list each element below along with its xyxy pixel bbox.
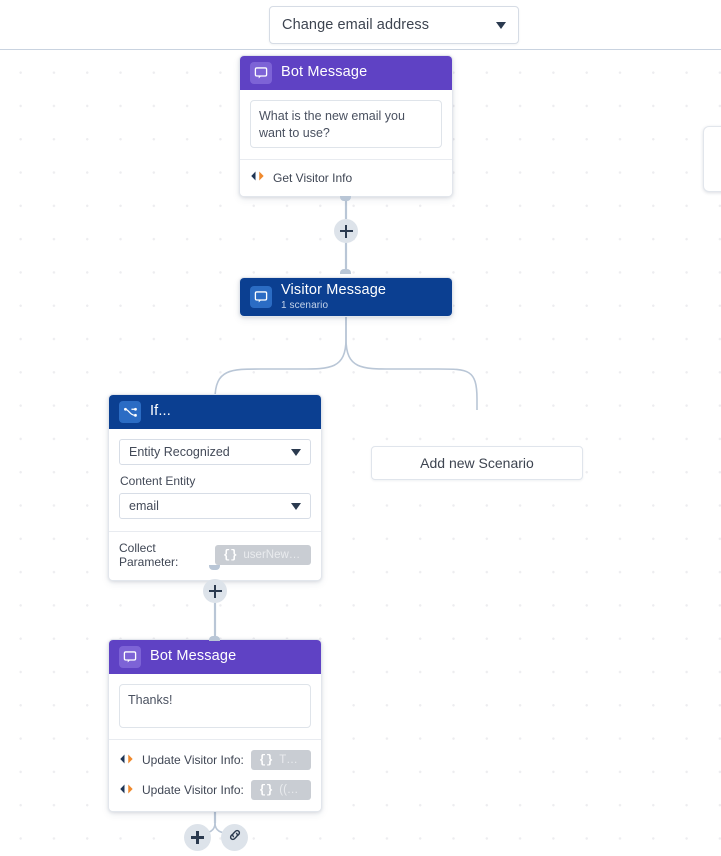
chat-bubble-icon bbox=[250, 286, 272, 308]
header-bar: Change email address bbox=[0, 0, 721, 50]
action-label: Update Visitor Info: bbox=[142, 753, 244, 767]
condition-type-select[interactable]: Entity Recognized bbox=[119, 439, 311, 465]
add-between-if-and-bot[interactable] bbox=[203, 579, 227, 603]
content-entity-label: Content Entity bbox=[120, 474, 196, 488]
collect-parameter-chip[interactable]: {} userNewEmail bbox=[215, 545, 311, 565]
wire-nub bbox=[340, 269, 351, 274]
add-new-scenario-button[interactable]: Add new Scenario bbox=[371, 446, 583, 480]
node-header[interactable]: Bot Message bbox=[109, 640, 321, 674]
action-label: Get Visitor Info bbox=[273, 170, 353, 185]
node-body: Thanks! bbox=[109, 674, 321, 739]
braces-icon: {} bbox=[223, 548, 238, 562]
chip-text: ((userNe... bbox=[279, 784, 303, 796]
link-node-button[interactable] bbox=[221, 824, 248, 851]
braces-icon: {} bbox=[258, 783, 274, 797]
bot-message-text[interactable]: What is the new email you want to use? bbox=[250, 100, 442, 148]
action-get-visitor-info[interactable]: Get Visitor Info bbox=[250, 168, 442, 187]
collect-parameter-label: Collect Parameter: bbox=[119, 541, 179, 569]
chevron-down-icon bbox=[496, 21, 506, 29]
action-update-visitor-info-2[interactable]: Update Visitor Info: {} ((userNe... bbox=[119, 778, 311, 802]
braces-icon: {} bbox=[258, 753, 274, 767]
flow-canvas[interactable]: Bot Message What is the new email you wa… bbox=[0, 51, 721, 856]
node-bot-message-bottom[interactable]: Bot Message Thanks! Update Visitor Info:… bbox=[108, 639, 322, 812]
offscreen-node-card[interactable] bbox=[703, 126, 721, 192]
content-entity-value: email bbox=[129, 499, 159, 513]
chip-text: The use... bbox=[279, 754, 303, 766]
node-title: Bot Message bbox=[150, 648, 237, 665]
node-bot-message-top[interactable]: Bot Message What is the new email you wa… bbox=[239, 55, 453, 197]
node-title: Visitor Message bbox=[281, 282, 387, 299]
chip-text: userNewEmail bbox=[243, 549, 303, 561]
update-visitor-info-icon bbox=[119, 753, 135, 768]
action-chip[interactable]: {} The use... bbox=[250, 750, 311, 770]
plus-icon bbox=[191, 831, 204, 844]
condition-type-value: Entity Recognized bbox=[129, 445, 230, 459]
update-visitor-info-icon bbox=[119, 783, 135, 798]
node-actions: Collect Parameter: {} userNewEmail bbox=[109, 531, 321, 580]
action-update-visitor-info-1[interactable]: Update Visitor Info: {} The use... bbox=[119, 748, 311, 772]
link-icon bbox=[227, 827, 243, 848]
add-new-scenario-label: Add new Scenario bbox=[420, 455, 534, 471]
node-title: If... bbox=[150, 403, 171, 420]
add-node-button[interactable] bbox=[184, 824, 211, 851]
dialog-select-value: Change email address bbox=[282, 17, 430, 33]
node-visitor-message[interactable]: Visitor Message 1 scenario bbox=[239, 277, 453, 317]
branch-icon bbox=[119, 401, 141, 423]
flow-builder-screen: Change email address Bot Message What is… bbox=[0, 0, 721, 856]
dialog-select[interactable]: Change email address bbox=[269, 6, 519, 44]
add-between-bot-and-visitor[interactable] bbox=[334, 219, 358, 243]
node-header[interactable]: Visitor Message 1 scenario bbox=[240, 278, 452, 316]
chevron-down-icon bbox=[291, 448, 301, 456]
node-header[interactable]: Bot Message bbox=[240, 56, 452, 90]
chat-bubble-icon bbox=[250, 62, 272, 84]
content-entity-select[interactable]: email bbox=[119, 493, 311, 519]
node-body: What is the new email you want to use? bbox=[240, 90, 452, 159]
get-visitor-info-icon bbox=[250, 170, 266, 185]
node-actions: Get Visitor Info bbox=[240, 159, 452, 196]
action-chip[interactable]: {} ((userNe... bbox=[250, 780, 311, 800]
node-header[interactable]: If... bbox=[109, 395, 321, 429]
node-if-condition[interactable]: If... Entity Recognized Content Entity e… bbox=[108, 394, 322, 581]
bot-message-text[interactable]: Thanks! bbox=[119, 684, 311, 728]
action-label: Update Visitor Info: bbox=[142, 783, 244, 797]
node-subtitle: 1 scenario bbox=[281, 299, 329, 311]
chevron-down-icon bbox=[291, 502, 301, 510]
node-body: Entity Recognized Content Entity email bbox=[109, 429, 321, 531]
wire-nub bbox=[209, 636, 220, 641]
wire-nub bbox=[340, 196, 351, 201]
node-title: Bot Message bbox=[281, 64, 368, 81]
node-actions: Update Visitor Info: {} The use... Updat… bbox=[109, 739, 321, 811]
plus-icon bbox=[208, 584, 222, 598]
plus-icon bbox=[339, 224, 353, 238]
chat-bubble-icon bbox=[119, 646, 141, 668]
